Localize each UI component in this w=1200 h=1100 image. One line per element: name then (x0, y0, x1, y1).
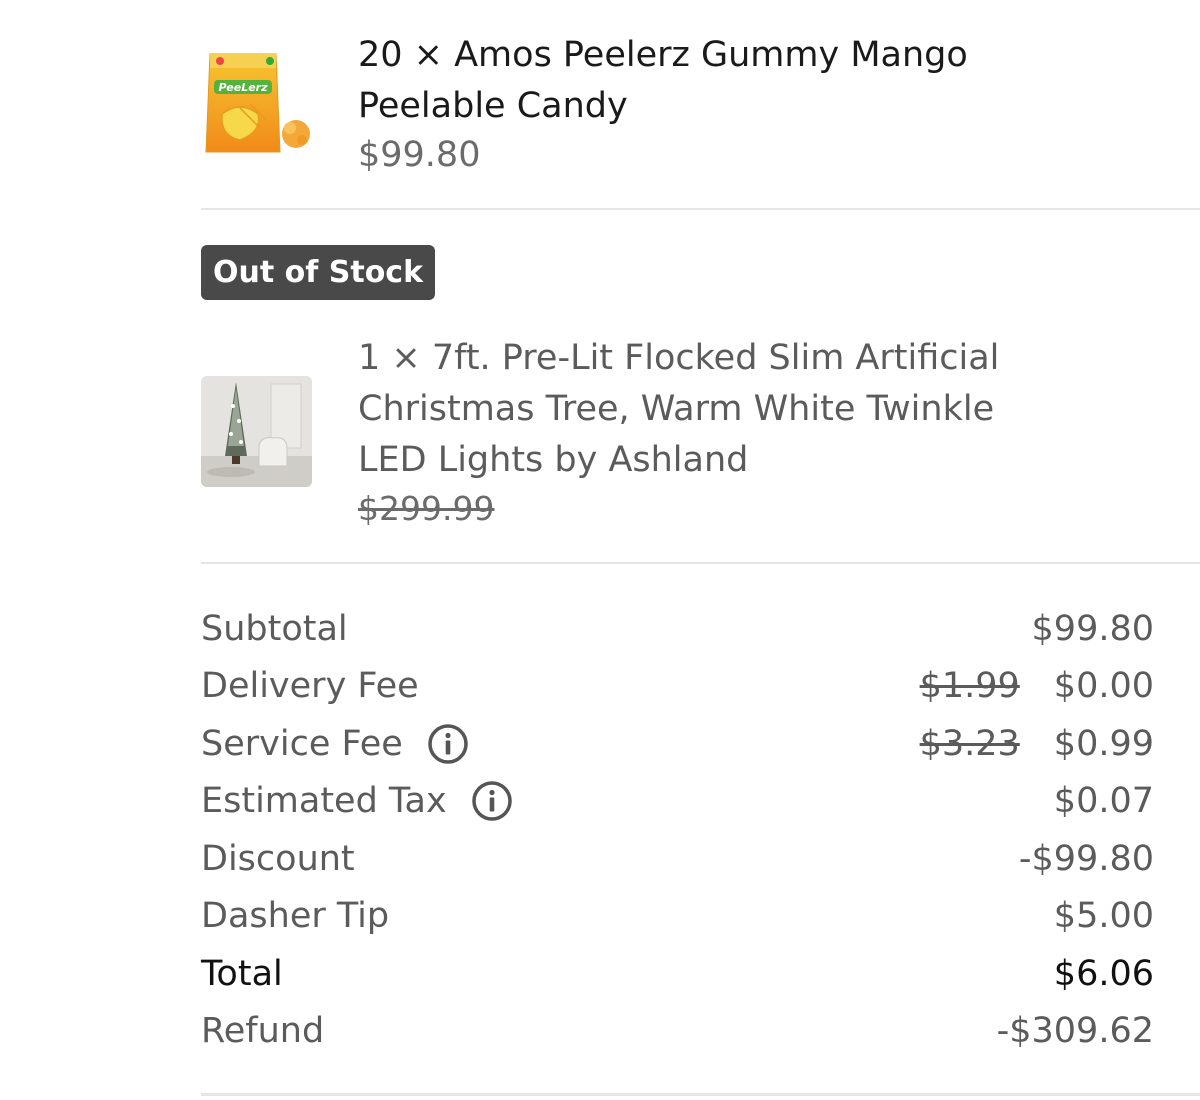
delivery-fee-original: $1.99 (919, 666, 1020, 707)
service-fee-label: Service Fee (201, 723, 403, 764)
service-fee-label-group: Service Fee (201, 723, 469, 765)
total-value: $6.06 (1053, 953, 1154, 994)
item-price-strikethrough: $299.99 (358, 489, 495, 528)
estimated-tax-value: $0.07 (1053, 781, 1154, 822)
subtotal-value: $99.80 (1031, 608, 1154, 649)
item-name-cont[interactable]: Peelable Candy (358, 81, 1138, 132)
out-of-stock-badge: Out of Stock (201, 245, 436, 300)
section-divider (201, 1093, 1200, 1096)
item-price: $99.80 (358, 135, 481, 175)
service-fee-amounts: $3.23 $0.99 (920, 724, 1154, 764)
dasher-tip-row: Dasher Tip $5.00 (201, 888, 1154, 946)
estimated-tax-label-group: Estimated Tax (201, 780, 513, 822)
item-name[interactable]: 1 × 7ft. Pre-Lit Flocked Slim Artificial (358, 333, 1158, 384)
total-row: Total $6.06 (201, 945, 1154, 1003)
discount-row: Discount -$99.80 (201, 830, 1154, 888)
info-icon[interactable] (427, 723, 469, 765)
svg-text:PeeLerz: PeeLerz (219, 81, 269, 94)
order-summary-page: PeeLerz 20 × Amos Peelerz Gummy Mango Pe… (0, 0, 1200, 1100)
subtotal-label: Subtotal (201, 608, 348, 649)
estimated-tax-row: Estimated Tax $0.07 (201, 773, 1154, 831)
section-divider (201, 562, 1200, 564)
item-name-cont[interactable]: Christmas Tree, Warm White Twinkle (358, 384, 1158, 435)
delivery-fee-label: Delivery Fee (201, 666, 419, 707)
section-divider (201, 208, 1200, 210)
dasher-tip-label: Dasher Tip (201, 896, 390, 937)
refund-row: Refund -$309.62 (201, 1003, 1154, 1061)
item-thumbnail-tree[interactable] (201, 376, 312, 487)
refund-label: Refund (201, 1011, 325, 1052)
item-details: 20 × Amos Peelerz Gummy Mango Peelable C… (358, 30, 1138, 178)
service-fee-row: Service Fee $3.23 $0.99 (201, 715, 1154, 773)
subtotal-row: Subtotal $99.80 (201, 600, 1154, 658)
item-name[interactable]: 20 × Amos Peelerz Gummy Mango (358, 30, 1138, 81)
refund-value: -$309.62 (996, 1011, 1154, 1052)
delivery-fee-value: $0.00 (1053, 666, 1154, 707)
service-fee-value: $0.99 (1053, 723, 1154, 764)
delivery-fee-row: Delivery Fee $1.99 $0.00 (201, 658, 1154, 716)
item-thumbnail-peelerz[interactable]: PeeLerz (200, 48, 312, 160)
dasher-tip-value: $5.00 (1053, 896, 1154, 937)
item-name-cont[interactable]: LED Lights by Ashland (358, 435, 1158, 486)
order-summary: Subtotal $99.80 Delivery Fee $1.99 $0.00… (201, 600, 1154, 1060)
discount-value: -$99.80 (1018, 838, 1154, 879)
total-label: Total (201, 953, 283, 994)
delivery-fee-amounts: $1.99 $0.00 (920, 666, 1154, 706)
discount-label: Discount (201, 838, 355, 879)
christmas-tree-image (201, 376, 312, 487)
estimated-tax-label: Estimated Tax (201, 781, 447, 822)
candy-bag-image: PeeLerz (205, 53, 310, 153)
service-fee-original: $3.23 (919, 723, 1020, 764)
item-details: 1 × 7ft. Pre-Lit Flocked Slim Artificial… (358, 333, 1158, 532)
info-icon[interactable] (471, 780, 513, 822)
